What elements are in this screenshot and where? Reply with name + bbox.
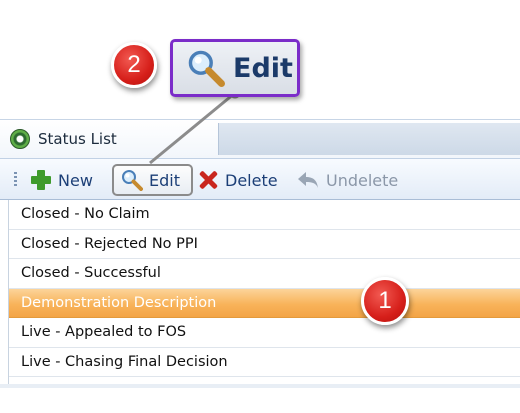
background-window-area: [218, 123, 520, 155]
new-button[interactable]: New: [30, 167, 93, 193]
delete-x-icon: [197, 169, 219, 191]
edit-button[interactable]: Edit: [112, 164, 193, 196]
list-item[interactable]: Live - Chasing Final Decision: [9, 347, 520, 377]
status-list: Closed - No Claim Closed - Rejected No P…: [8, 200, 520, 388]
delete-button[interactable]: Delete: [197, 167, 278, 193]
window-bottom-edge: [0, 384, 520, 388]
step-marker-1: 1: [361, 277, 409, 325]
list-item[interactable]: Live - Appealed to FOS: [9, 318, 520, 348]
undelete-button-label: Undelete: [326, 170, 399, 190]
undo-arrow-icon: [298, 172, 318, 188]
window-title: Status List: [38, 130, 117, 148]
edit-zoom-callout: Edit: [170, 39, 300, 97]
callout-edit-label: Edit: [233, 52, 293, 84]
undelete-button[interactable]: Undelete: [296, 167, 398, 193]
magnifier-icon: [122, 170, 143, 191]
list-item[interactable]: Closed - Rejected No PPI: [9, 229, 520, 259]
title-bar: Status List: [0, 120, 520, 158]
toolbar-grip-icon[interactable]: [14, 172, 17, 188]
list-item[interactable]: Closed - Successful: [9, 259, 520, 289]
new-button-label: New: [58, 170, 93, 190]
edit-button-label: Edit: [149, 170, 180, 190]
step-marker-2: 2: [111, 42, 157, 88]
delete-button-label: Delete: [225, 170, 278, 190]
toolbar: New Edit Delete Undelete: [0, 158, 520, 200]
magnifier-icon: [188, 50, 225, 87]
plus-icon: [30, 169, 52, 191]
app-icon: [10, 129, 30, 149]
list-item[interactable]: Closed - No Claim: [9, 200, 520, 230]
list-item-selected[interactable]: Demonstration Description: [9, 288, 520, 318]
status-list-window: Status List New Edit Delete Undelete Clo…: [0, 120, 520, 388]
